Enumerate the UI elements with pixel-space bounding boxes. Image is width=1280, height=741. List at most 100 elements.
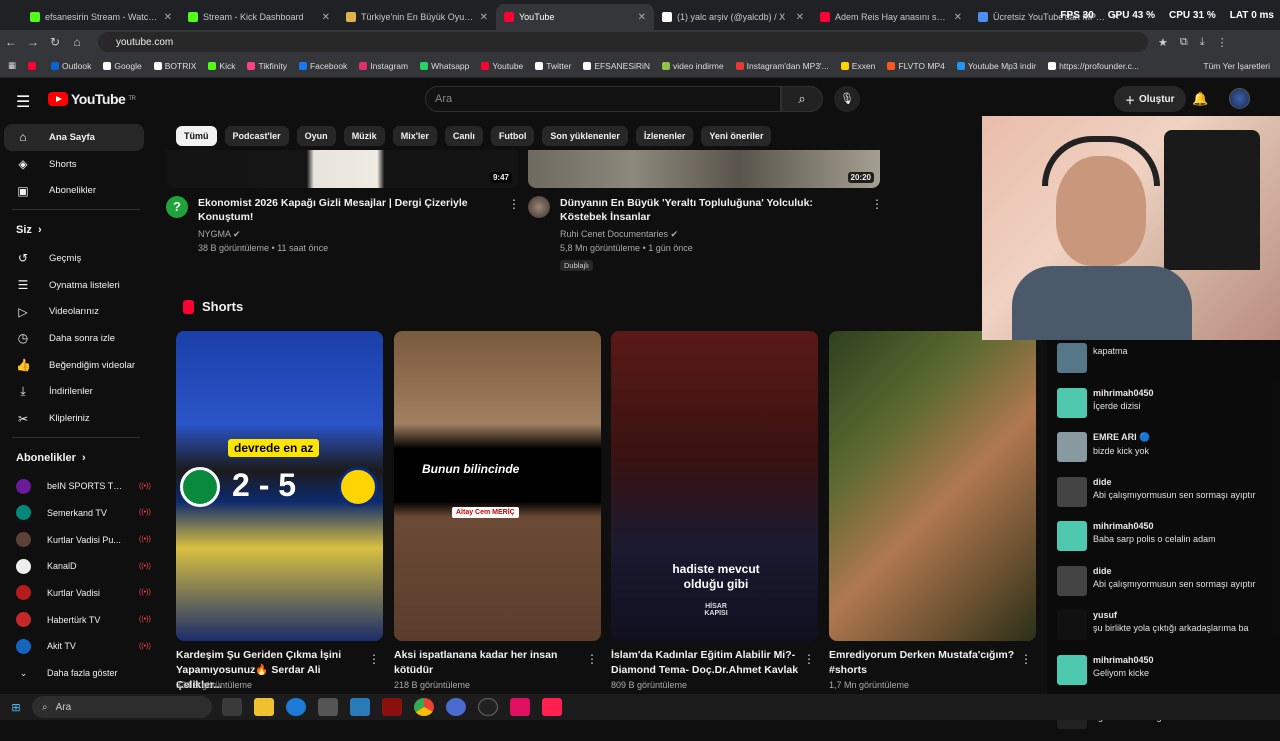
video-channel[interactable]: NYGMA ✔	[198, 227, 488, 241]
sidebar-item[interactable]: ⤓ İndirilenler	[0, 379, 144, 406]
hamburger-icon[interactable]: ☰	[16, 92, 30, 112]
sidebar-item[interactable]: ◷ Daha sonra izle	[0, 325, 144, 352]
sidebar-item[interactable]: ◈ Shorts	[0, 151, 144, 178]
bookmark-item[interactable]: Tikfinity	[247, 61, 287, 71]
more-options-icon[interactable]: ⋮	[586, 652, 598, 666]
channel-avatar[interactable]: ?	[166, 196, 188, 218]
filter-chip[interactable]: Son yüklenenler	[542, 126, 628, 146]
subscription-item[interactable]: KanalD ((•))	[0, 553, 152, 580]
youtube-logo[interactable]: YouTube TR	[48, 91, 136, 107]
sidebar-item[interactable]: ✂ Klipleriniz	[0, 405, 144, 432]
sidebar-item[interactable]: ☰ Oynatma listeleri	[0, 272, 144, 299]
bookmark-item[interactable]: Google	[103, 61, 142, 71]
bookmark-item[interactable]: Outlook	[51, 61, 91, 71]
more-options-icon[interactable]: ⋮	[508, 197, 520, 211]
video-thumbnail[interactable]: 20:20	[528, 150, 880, 188]
filter-chip[interactable]: Futbol	[490, 126, 535, 146]
browser-tab[interactable]: YouTube ✕	[496, 4, 654, 30]
sidebar-item[interactable]: ↺ Geçmiş	[0, 245, 144, 272]
sidebar-item[interactable]: ▣ Abonelikler	[0, 177, 144, 204]
short-thumbnail[interactable]	[829, 331, 1036, 641]
subscription-item[interactable]: Semerkand TV ((•))	[0, 500, 152, 527]
subscription-item[interactable]: Kurtlar Vadisi Pu... ((•))	[0, 526, 152, 553]
avatar[interactable]	[1229, 88, 1250, 109]
bookmark-item[interactable]: Kick	[208, 61, 235, 71]
browser-tab[interactable]: Stream - Kick Dashboard ✕	[180, 4, 338, 30]
filter-chip[interactable]: Canlı	[444, 126, 483, 146]
bookmark-item[interactable]: Facebook	[298, 61, 347, 71]
download-icon[interactable]: ⤓	[1200, 36, 1205, 49]
tikfinity-icon[interactable]	[510, 698, 530, 716]
video-channel[interactable]: Ruhi Cenet Documentaries ✔	[560, 227, 850, 241]
short-title[interactable]: Emrediyorum Derken Mustafa'cığım? #short…	[829, 648, 1019, 678]
subscription-item[interactable]: Habertürk TV ((•))	[0, 606, 152, 633]
bookmark-item[interactable]: Youtube	[481, 61, 523, 71]
close-icon[interactable]: ✕	[480, 12, 488, 23]
bookmark-item[interactable]: Youtube Mp3 indir	[956, 61, 1036, 71]
bookmark-item[interactable]	[28, 61, 39, 70]
close-icon[interactable]: ✕	[638, 12, 646, 23]
apps-icon[interactable]: ▦	[8, 60, 16, 71]
file-explorer-icon[interactable]	[254, 698, 274, 716]
tiktok-icon[interactable]	[542, 698, 562, 716]
reload-icon[interactable]: ↻	[44, 35, 66, 49]
subscription-item[interactable]: beIN SPORTS Tü... ((•))	[0, 473, 152, 500]
bookmark-item[interactable]: Instagram'dan MP3'...	[735, 61, 829, 71]
more-options-icon[interactable]: ⋮	[368, 652, 380, 666]
close-icon[interactable]: ✕	[954, 12, 962, 23]
section-header-you[interactable]: Siz ›	[0, 215, 152, 245]
bookmark-item[interactable]: EFSANESiRiN	[583, 61, 650, 71]
chrome-icon[interactable]	[414, 698, 434, 716]
video-card[interactable]: ? Ekonomist 2026 Kapağı Gizli Mesajlar |…	[166, 196, 488, 255]
sidebar-item[interactable]: 👍 Beğendiğim videolar	[0, 352, 144, 379]
subscription-item[interactable]: Akit TV ((•))	[0, 633, 152, 660]
bookmark-item[interactable]: Whatsapp	[420, 61, 469, 71]
app-icon[interactable]	[382, 698, 402, 716]
obs-icon[interactable]	[478, 698, 498, 716]
bookmark-item[interactable]: Instagram	[359, 61, 408, 71]
url-field[interactable]: youtube.com	[98, 32, 1148, 52]
forward-icon[interactable]: →	[22, 35, 44, 49]
back-icon[interactable]: ←	[0, 35, 22, 49]
app-icon[interactable]	[318, 698, 338, 716]
more-options-icon[interactable]: ⋮	[1020, 652, 1032, 666]
channel-avatar[interactable]	[528, 196, 550, 218]
more-options-icon[interactable]: ⋮	[871, 197, 883, 211]
short-thumbnail[interactable]: hadiste mevcut olduğu gibi HİSAR KAPISI	[611, 331, 818, 641]
filter-chip[interactable]: İzlenenler	[635, 126, 694, 146]
show-more-button[interactable]: ⌄ Daha fazla göster	[0, 660, 152, 687]
video-title[interactable]: Dünyanın En Büyük 'Yeraltı Topluluğuna' …	[560, 196, 850, 224]
taskbar-search-input[interactable]: ⌕ Ara	[32, 696, 212, 718]
filter-chip[interactable]: Oyun	[296, 126, 336, 146]
voice-search-button[interactable]: 🎙	[834, 86, 860, 112]
browser-tab[interactable]: Türkiye'nin En Büyük Oyuncu D ✕	[338, 4, 496, 30]
video-thumbnail[interactable]: 9:47	[166, 150, 518, 188]
close-icon[interactable]: ✕	[322, 12, 330, 23]
close-icon[interactable]: ✕	[164, 12, 172, 23]
filter-chip[interactable]: Tümü	[176, 126, 217, 146]
create-button[interactable]: ＋ Oluştur	[1114, 86, 1186, 112]
all-bookmarks-button[interactable]: Tüm Yer İşaretleri	[1203, 61, 1270, 71]
bookmark-star-icon[interactable]: ★	[1158, 36, 1168, 49]
video-card[interactable]: Dünyanın En Büyük 'Yeraltı Topluluğuna' …	[528, 196, 850, 273]
bell-icon[interactable]: 🔔	[1192, 91, 1208, 107]
app-icon[interactable]	[350, 698, 370, 716]
video-title[interactable]: Ekonomist 2026 Kapağı Gizli Mesajlar | D…	[198, 196, 488, 224]
short-thumbnail[interactable]: devrede en az 2 - 5	[176, 331, 383, 641]
bookmark-item[interactable]: video indirme	[662, 61, 724, 71]
close-icon[interactable]: ✕	[796, 12, 804, 23]
home-icon[interactable]: ⌂	[66, 35, 88, 49]
short-title[interactable]: İslam'da Kadınlar Eğitim Alabilir Mi?- D…	[611, 648, 801, 678]
task-view-icon[interactable]	[222, 698, 242, 716]
sidebar-item[interactable]: ⌂ Ana Sayfa	[4, 124, 144, 151]
windows-start-icon[interactable]: ⊞	[0, 701, 32, 714]
more-options-icon[interactable]: ⋮	[803, 652, 815, 666]
extensions-icon[interactable]: ⧉	[1180, 36, 1188, 49]
bookmark-item[interactable]: Twitter	[535, 61, 571, 71]
browser-tab[interactable]: efsanesirin Stream - Watch Live ✕	[22, 4, 180, 30]
search-button[interactable]: ⌕	[781, 86, 823, 112]
edge-icon[interactable]	[286, 698, 306, 716]
subscription-item[interactable]: Kurtlar Vadisi ((•))	[0, 580, 152, 607]
browser-tab[interactable]: (1) yalc arşiv (@yalcdb) / X ✕	[654, 4, 812, 30]
short-thumbnail[interactable]: Bunun bilincinde Altay Cem MERİÇ	[394, 331, 601, 641]
